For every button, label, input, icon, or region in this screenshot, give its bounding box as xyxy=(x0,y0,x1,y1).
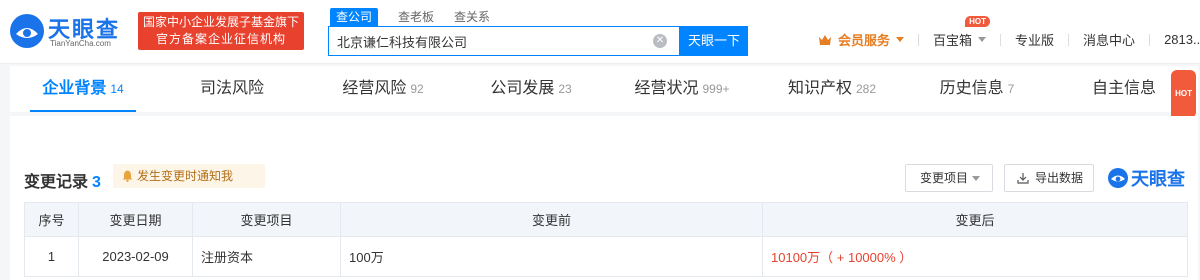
divider xyxy=(1068,33,1070,46)
pro-version-label: 专业版 xyxy=(1015,33,1055,48)
cell-no: 1 xyxy=(24,236,79,277)
cell-date: 2023-02-09 xyxy=(78,236,193,277)
chevron-down-icon xyxy=(896,37,905,42)
company-tabs: 企业背景 14 司法风险 经营风险 92 公司发展 23 经营状况 999+ 知识产权 2… xyxy=(10,66,1198,118)
export-label: 导出数据 xyxy=(1035,171,1084,185)
brand-text: 天眼查 xyxy=(1131,169,1185,189)
top-header: 天眼查 TianYanCha.com 国家中小企业发展子基金旗下 官方备案企业征… xyxy=(0,0,1200,64)
change-records-table: 序号 变更日期 变更项目 变更前 变更后 1 2023-02-09 注册资本 1… xyxy=(24,202,1188,277)
chevron-down-icon xyxy=(978,37,987,42)
section-title-label: 变更记录 xyxy=(24,174,89,191)
gov-badge[interactable]: 国家中小企业发展子基金旗下 官方备案企业征信机构 xyxy=(138,12,304,50)
tab-count: 282 xyxy=(855,82,877,96)
user-name: 2813... xyxy=(1164,32,1200,47)
search-type-tabs: 查公司 查老板 查关系 xyxy=(330,8,510,26)
clear-icon[interactable]: ✕ xyxy=(653,34,667,48)
column-header-item: 变更项目 xyxy=(192,202,341,237)
hot-badge: HOT xyxy=(1171,70,1196,118)
tab-business-status[interactable]: 经营状况 999+ xyxy=(604,66,760,112)
notify-on-change-button[interactable]: 发生变更时通知我 xyxy=(113,164,265,188)
table-header-row: 序号 变更日期 变更项目 变更前 变更后 xyxy=(24,202,1188,237)
search-input[interactable] xyxy=(329,27,639,55)
logo-domain: TianYanCha.com xyxy=(50,39,111,48)
section-count: 3 xyxy=(92,174,101,191)
search-tab-company[interactable]: 查公司 xyxy=(330,8,379,26)
export-data-button[interactable]: 导出数据 xyxy=(1004,164,1094,192)
tab-intellectual-property[interactable]: 知识产权 282 xyxy=(760,66,904,112)
tab-label: 自主信息 xyxy=(1091,80,1156,97)
tab-count: 92 xyxy=(410,82,424,96)
section-title: 变更记录 3 xyxy=(24,168,101,192)
notify-label: 发生变更时通知我 xyxy=(137,169,234,183)
pro-version-link[interactable]: 专业版 xyxy=(1015,30,1054,49)
tab-label: 经营状况 xyxy=(634,80,699,97)
bell-icon xyxy=(122,170,133,182)
cell-item: 注册资本 xyxy=(192,236,341,277)
tab-count: 7 xyxy=(1007,82,1015,96)
cell-before: 100万 xyxy=(340,236,763,277)
tab-label: 司法风险 xyxy=(199,80,264,97)
logo-mark-icon xyxy=(10,14,44,48)
tab-label: 企业背景 xyxy=(42,80,107,97)
vip-service-menu[interactable]: 会员服务 xyxy=(818,30,905,49)
tab-count: 999+ xyxy=(702,82,730,96)
gov-badge-line2: 官方备案企业征信机构 xyxy=(155,32,286,46)
tab-label: 知识产权 xyxy=(787,80,852,97)
tab-company-background[interactable]: 企业背景 14 xyxy=(10,66,156,112)
chevron-down-icon xyxy=(972,176,980,181)
tab-label: 历史信息 xyxy=(939,80,1004,97)
download-icon xyxy=(1017,173,1029,184)
search-box: ✕ xyxy=(328,26,680,56)
tianyancha-logo[interactable]: 天眼查 TianYanCha.com xyxy=(8,10,132,52)
header-nav: 会员服务 百宝箱 HOT 专业版 消息中心 2813... xyxy=(818,16,1200,49)
column-header-no: 序号 xyxy=(24,202,79,237)
column-header-after: 变更后 xyxy=(762,202,1188,237)
crown-icon xyxy=(819,34,831,45)
brand-logo-icon xyxy=(1108,168,1128,188)
toolbox-label: 百宝箱 xyxy=(933,33,973,48)
search-tab-relation[interactable]: 查关系 xyxy=(454,8,490,26)
table-row: 1 2023-02-09 注册资本 100万 10100万（ + 10000% … xyxy=(24,236,1188,277)
column-header-date: 变更日期 xyxy=(78,202,193,237)
tab-self-info[interactable]: 自主信息 HOT xyxy=(1050,66,1198,118)
message-center-label: 消息中心 xyxy=(1083,33,1136,48)
tab-label: 公司发展 xyxy=(490,80,555,97)
divider xyxy=(918,33,920,46)
filter-label: 变更项目 xyxy=(920,171,969,185)
message-center-link[interactable]: 消息中心 xyxy=(1083,30,1135,49)
change-item-filter[interactable]: 变更项目 xyxy=(905,164,993,192)
tab-count: 14 xyxy=(110,82,124,96)
cell-after: 10100万（ + 10000% ） xyxy=(762,236,1188,277)
search-tab-boss[interactable]: 查老板 xyxy=(398,8,434,26)
tab-label: 经营风险 xyxy=(342,80,407,97)
toolbox-menu[interactable]: 百宝箱 HOT xyxy=(933,16,991,49)
gov-badge-line1: 国家中小企业发展子基金旗下 xyxy=(142,15,299,29)
tab-company-development[interactable]: 公司发展 23 xyxy=(458,66,604,112)
vip-service-label: 会员服务 xyxy=(838,33,891,48)
divider xyxy=(1149,33,1151,46)
user-menu[interactable]: 2813... xyxy=(1164,32,1200,48)
tab-history-info[interactable]: 历史信息 7 xyxy=(904,66,1050,112)
divider xyxy=(1000,33,1002,46)
hot-badge: HOT xyxy=(965,16,991,27)
tab-count: 23 xyxy=(558,82,572,96)
change-records-panel: 变更记录 3 发生变更时通知我 变更项目 导出数据 天眼查 序号 变更日期 变更项 xyxy=(10,116,1198,280)
brand-watermark: 天眼查 xyxy=(1107,165,1185,191)
tab-legal-risk[interactable]: 司法风险 xyxy=(156,66,308,112)
search-button[interactable]: 天眼一下 xyxy=(680,26,748,56)
tab-operation-risk[interactable]: 经营风险 92 xyxy=(308,66,458,112)
column-header-before: 变更前 xyxy=(340,202,763,237)
